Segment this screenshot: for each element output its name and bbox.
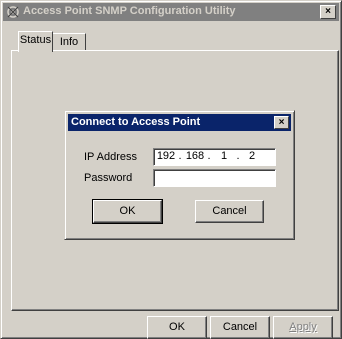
ok-button[interactable]: OK xyxy=(147,316,207,339)
ip-octet-4: 2 xyxy=(248,150,256,162)
apply-label: Apply xyxy=(289,321,317,333)
ip-octet-2: 168 xyxy=(185,150,205,162)
dialog-cancel-label: Cancel xyxy=(212,205,247,217)
password-input[interactable] xyxy=(153,169,276,187)
title-bar[interactable]: Access Point SNMP Configuration Utility … xyxy=(3,3,339,21)
dialog-title-bar[interactable]: Connect to Access Point × xyxy=(68,114,291,131)
close-icon: × xyxy=(325,6,331,17)
main-window: Access Point SNMP Configuration Utility … xyxy=(0,0,342,339)
cancel-label: Cancel xyxy=(222,321,258,333)
dialog-cancel-button[interactable]: Cancel xyxy=(195,200,264,223)
ip-address-input[interactable]: 192 . 168 . 1 . 2 xyxy=(153,148,276,166)
ip-address-label: IP Address xyxy=(84,151,137,163)
connect-dialog: Connect to Access Point × IP Address 192… xyxy=(64,110,295,240)
ok-label: OK xyxy=(169,321,185,333)
app-icon xyxy=(7,6,19,18)
dialog-close-button[interactable]: × xyxy=(274,116,289,129)
ip-separator: . xyxy=(178,150,182,162)
dialog-ok-button[interactable]: OK xyxy=(92,199,163,224)
window-title: Access Point SNMP Configuration Utility xyxy=(23,5,236,17)
tab-info-label: Info xyxy=(59,36,79,48)
tab-info[interactable]: Info xyxy=(52,33,86,51)
close-icon: × xyxy=(278,117,285,128)
ip-separator: . xyxy=(207,150,211,162)
dialog-ok-label: OK xyxy=(119,205,136,217)
ip-octet-1: 192 xyxy=(156,150,176,162)
cancel-button[interactable]: Cancel xyxy=(210,316,270,339)
tab-status[interactable]: Status xyxy=(18,31,53,52)
dialog-title: Connect to Access Point xyxy=(71,116,201,128)
password-label: Password xyxy=(84,172,133,184)
window-close-button[interactable]: × xyxy=(320,5,336,19)
tab-status-label: Status xyxy=(19,34,52,46)
ip-octet-3: 1 xyxy=(220,150,228,162)
apply-button[interactable]: Apply xyxy=(273,316,333,339)
